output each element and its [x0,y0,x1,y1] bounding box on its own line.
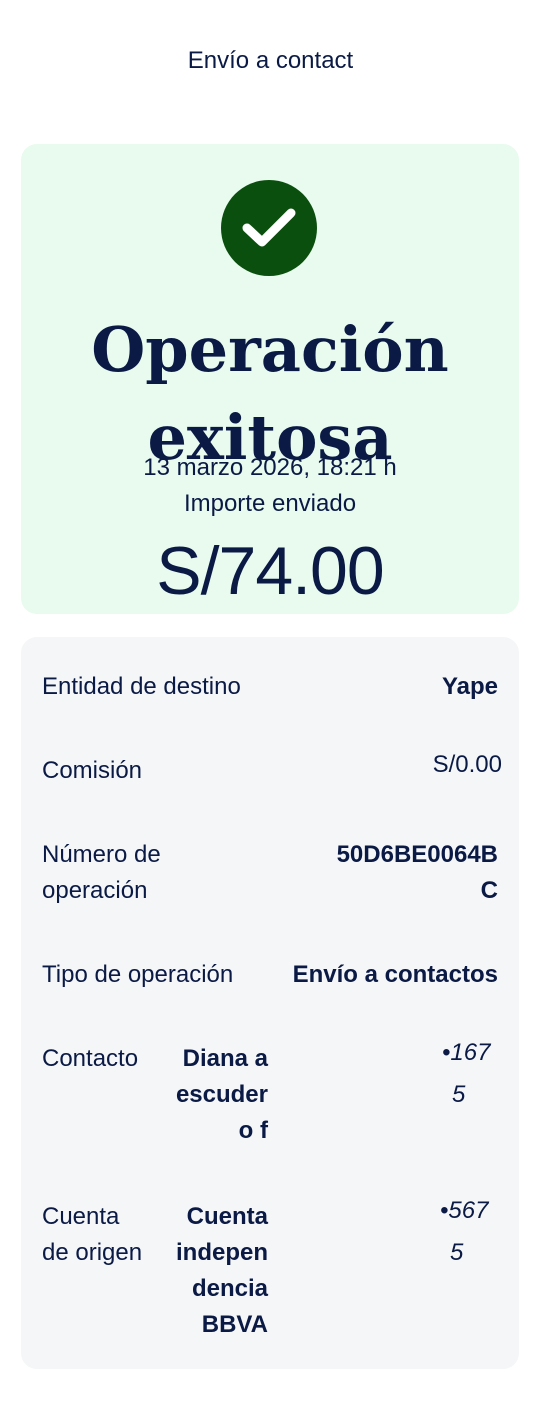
contacto-mask-line1: •167 [442,1039,491,1066]
amount-label: Importe enviado [183,490,357,517]
cuenta-name-line4: BBVA [201,1311,268,1338]
cuenta-mask-line1: •567 [440,1197,489,1224]
details-card: Entidad de destino Yape Comisión S/0.00 … [21,637,519,1369]
contacto-mask-line2: 5 [452,1081,466,1108]
contacto-label: Contacto [42,1045,139,1072]
tipo-label: Tipo de operación [42,961,234,988]
numero-value-line1: 50D6BE0064B [336,841,498,868]
success-card: Operación exitosa 13 marzo 2026, 18:21 h… [21,144,519,614]
cuenta-mask-line2: 5 [450,1239,464,1266]
tipo-value: Envío a contactos [292,961,498,988]
numero-value-line2: C [480,877,498,904]
contacto-name-line2: escuder [175,1081,268,1108]
amount-value: S/74.00 [156,533,384,609]
cuenta-name-line2: indepen [175,1239,268,1266]
cuenta-label-line2: de origen [42,1239,143,1266]
entidad-label: Entidad de destino [42,673,241,700]
entidad-value: Yape [441,673,498,700]
comision-label: Comisión [42,757,143,784]
check-icon [221,180,317,276]
operation-date: 13 marzo 2026, 18:21 h [143,454,397,481]
cuenta-name-line3: dencia [191,1275,268,1302]
comision-value: S/0.00 [432,751,502,778]
page-title: Envío a contact [187,47,354,72]
contacto-name-line1: Diana a [182,1045,268,1072]
numero-label-line2: operación [42,877,148,904]
numero-label-line1: Número de [42,841,161,868]
cuenta-name-line1: Cuenta [186,1203,268,1230]
contacto-name-line3: o f [238,1117,268,1144]
cuenta-label-line1: Cuenta [42,1203,120,1230]
